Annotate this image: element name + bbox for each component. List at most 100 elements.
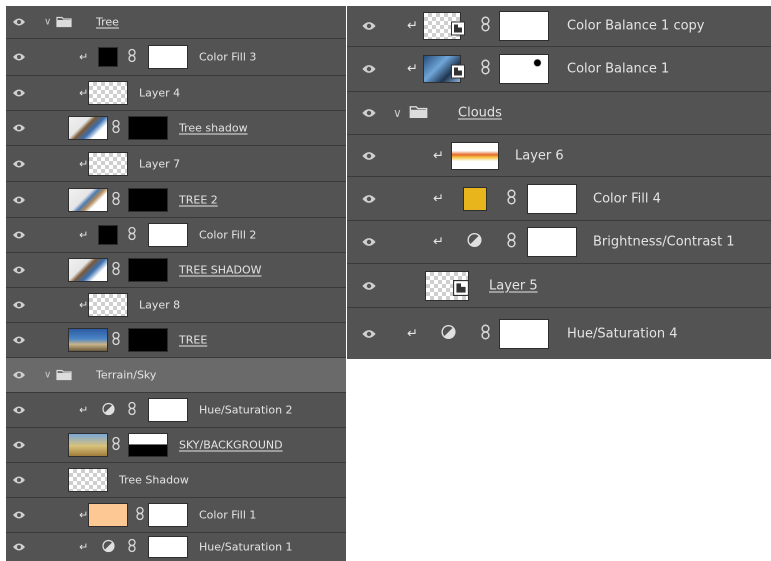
chain-link-icon[interactable]: [112, 119, 120, 138]
eye-icon[interactable]: [12, 440, 26, 450]
layer-row-color-balance-1[interactable]: ↵ Color Balance 1: [347, 47, 771, 92]
layer-mask-thumbnail[interactable]: [499, 54, 549, 84]
chain-link-icon[interactable]: [112, 331, 120, 350]
layer-mask-thumbnail[interactable]: [527, 183, 577, 214]
layer-thumbnail[interactable]: [451, 141, 499, 170]
chain-link-icon[interactable]: [481, 59, 490, 79]
layer-thumbnail[interactable]: [88, 151, 128, 176]
layer-row-tree-2[interactable]: TREE 2: [6, 182, 346, 218]
fill-color-thumbnail[interactable]: [88, 503, 128, 527]
chain-link-icon[interactable]: [112, 436, 120, 455]
eye-icon[interactable]: [12, 159, 26, 169]
layer-row-layer-4[interactable]: ↵ Layer 4: [6, 76, 346, 111]
chevron-down-icon[interactable]: ∨: [44, 17, 51, 28]
layer-name[interactable]: Color Balance 1: [567, 62, 669, 77]
layer-name[interactable]: Color Fill 3: [199, 51, 256, 64]
layer-name[interactable]: Color Fill 4: [593, 191, 661, 206]
fill-color-thumbnail[interactable]: [98, 47, 118, 67]
layer-thumbnail[interactable]: [88, 293, 128, 317]
layer-row-tree[interactable]: TREE: [6, 323, 346, 358]
layer-row-color-balance-1-copy[interactable]: ↵ Color Balance 1 copy: [347, 6, 771, 47]
adjustment-circle-icon[interactable]: [441, 324, 456, 343]
chain-link-icon[interactable]: [481, 324, 490, 344]
layer-mask-thumbnail[interactable]: [128, 328, 168, 352]
chain-link-icon[interactable]: [128, 48, 136, 67]
chain-link-icon[interactable]: [481, 16, 490, 36]
chain-link-icon[interactable]: [136, 506, 144, 525]
layer-name[interactable]: Color Balance 1 copy: [567, 19, 705, 34]
layer-mask-thumbnail[interactable]: [148, 45, 188, 69]
layer-row-hue-saturation-1[interactable]: ↵ Hue/Saturation 1: [6, 533, 346, 561]
eye-icon[interactable]: [12, 88, 26, 98]
chain-link-icon[interactable]: [128, 401, 136, 420]
eye-icon[interactable]: [12, 542, 26, 552]
layer-row-sky-background[interactable]: SKY/BACKGROUND: [6, 428, 346, 463]
layer-thumbnail[interactable]: [68, 468, 108, 492]
eye-icon[interactable]: [361, 64, 377, 75]
eye-icon[interactable]: [12, 405, 26, 415]
eye-icon[interactable]: [361, 328, 377, 339]
layer-name[interactable]: SKY/BACKGROUND: [179, 439, 283, 452]
layer-name[interactable]: Terrain/Sky: [96, 369, 156, 382]
layer-row-tree-group[interactable]: ∨ Tree: [6, 6, 346, 39]
layer-row-color-fill-2[interactable]: ↵ Color Fill 2: [6, 218, 346, 253]
layer-row-layer-8[interactable]: ↵ Layer 8: [6, 288, 346, 323]
layer-thumbnail[interactable]: [68, 433, 108, 457]
layer-name[interactable]: Tree Shadow: [119, 474, 189, 487]
eye-icon[interactable]: [361, 193, 377, 204]
layer-thumbnail[interactable]: [68, 258, 108, 282]
layer-mask-thumbnail[interactable]: [128, 433, 168, 457]
layer-name[interactable]: TREE 2: [179, 193, 218, 206]
eye-icon[interactable]: [361, 150, 377, 161]
layer-name[interactable]: Layer 4: [139, 87, 180, 100]
layer-mask-thumbnail[interactable]: [499, 11, 549, 41]
chevron-down-icon[interactable]: ∨: [393, 106, 402, 120]
eye-icon[interactable]: [12, 17, 26, 27]
eye-icon[interactable]: [361, 21, 377, 32]
eye-icon[interactable]: [361, 280, 377, 291]
layer-name[interactable]: Layer 6: [515, 148, 564, 163]
layer-row-layer-7[interactable]: ↵ Layer 7: [6, 146, 346, 182]
layer-row-tree-shadow-pixel[interactable]: Tree Shadow: [6, 463, 346, 498]
layer-mask-thumbnail[interactable]: [148, 223, 188, 247]
eye-icon[interactable]: [12, 230, 26, 240]
eye-icon[interactable]: [361, 237, 377, 248]
layer-row-color-fill-4[interactable]: ↵ Color Fill 4: [347, 177, 771, 221]
eye-icon[interactable]: [12, 265, 26, 275]
chevron-down-icon[interactable]: ∨: [44, 370, 51, 381]
eye-icon[interactable]: [12, 195, 26, 205]
chain-link-icon[interactable]: [112, 190, 120, 209]
layer-row-tree-shadow[interactable]: Tree shadow: [6, 111, 346, 146]
layer-name[interactable]: Color Fill 2: [199, 229, 256, 242]
layer-row-color-fill-1[interactable]: ↵ Color Fill 1: [6, 498, 346, 533]
chain-link-icon[interactable]: [112, 261, 120, 280]
eye-icon[interactable]: [12, 370, 26, 380]
layer-thumbnail[interactable]: [68, 187, 108, 212]
layer-row-hue-saturation-2[interactable]: ↵ Hue/Saturation 2: [6, 393, 346, 428]
layer-mask-thumbnail[interactable]: [527, 227, 577, 257]
layer-name[interactable]: Layer 7: [139, 157, 180, 170]
layer-mask-thumbnail[interactable]: [128, 258, 168, 282]
adjustment-circle-icon[interactable]: [102, 401, 115, 420]
layer-name[interactable]: Hue/Saturation 2: [199, 404, 293, 417]
fill-color-thumbnail[interactable]: [98, 225, 118, 245]
layer-name[interactable]: Color Fill 1: [199, 509, 256, 522]
chain-link-icon[interactable]: [128, 226, 136, 245]
chain-link-icon[interactable]: [507, 232, 516, 252]
layer-name[interactable]: Tree: [96, 16, 119, 29]
layer-row-clouds-group[interactable]: ∨ Clouds: [347, 92, 771, 135]
layer-mask-thumbnail[interactable]: [148, 398, 188, 422]
layer-row-layer-6[interactable]: ↵ Layer 6: [347, 135, 771, 177]
layer-row-hue-saturation-4[interactable]: ↵ Hue/Saturation 4: [347, 308, 771, 359]
layer-row-brightness-contrast-1[interactable]: ↵ Brightness/Contrast 1: [347, 221, 771, 264]
adjustment-circle-icon[interactable]: [467, 232, 482, 252]
layer-name[interactable]: Hue/Saturation 1: [199, 541, 293, 554]
layer-name[interactable]: TREE SHADOW: [179, 264, 262, 277]
layer-name[interactable]: TREE: [179, 334, 207, 347]
layer-mask-thumbnail[interactable]: [499, 318, 549, 349]
layer-mask-thumbnail[interactable]: [128, 116, 168, 140]
layer-mask-thumbnail[interactable]: [128, 187, 168, 212]
layer-name[interactable]: Layer 8: [139, 299, 180, 312]
layer-name[interactable]: Layer 5: [489, 278, 538, 293]
layer-name[interactable]: Tree shadow: [179, 122, 248, 135]
